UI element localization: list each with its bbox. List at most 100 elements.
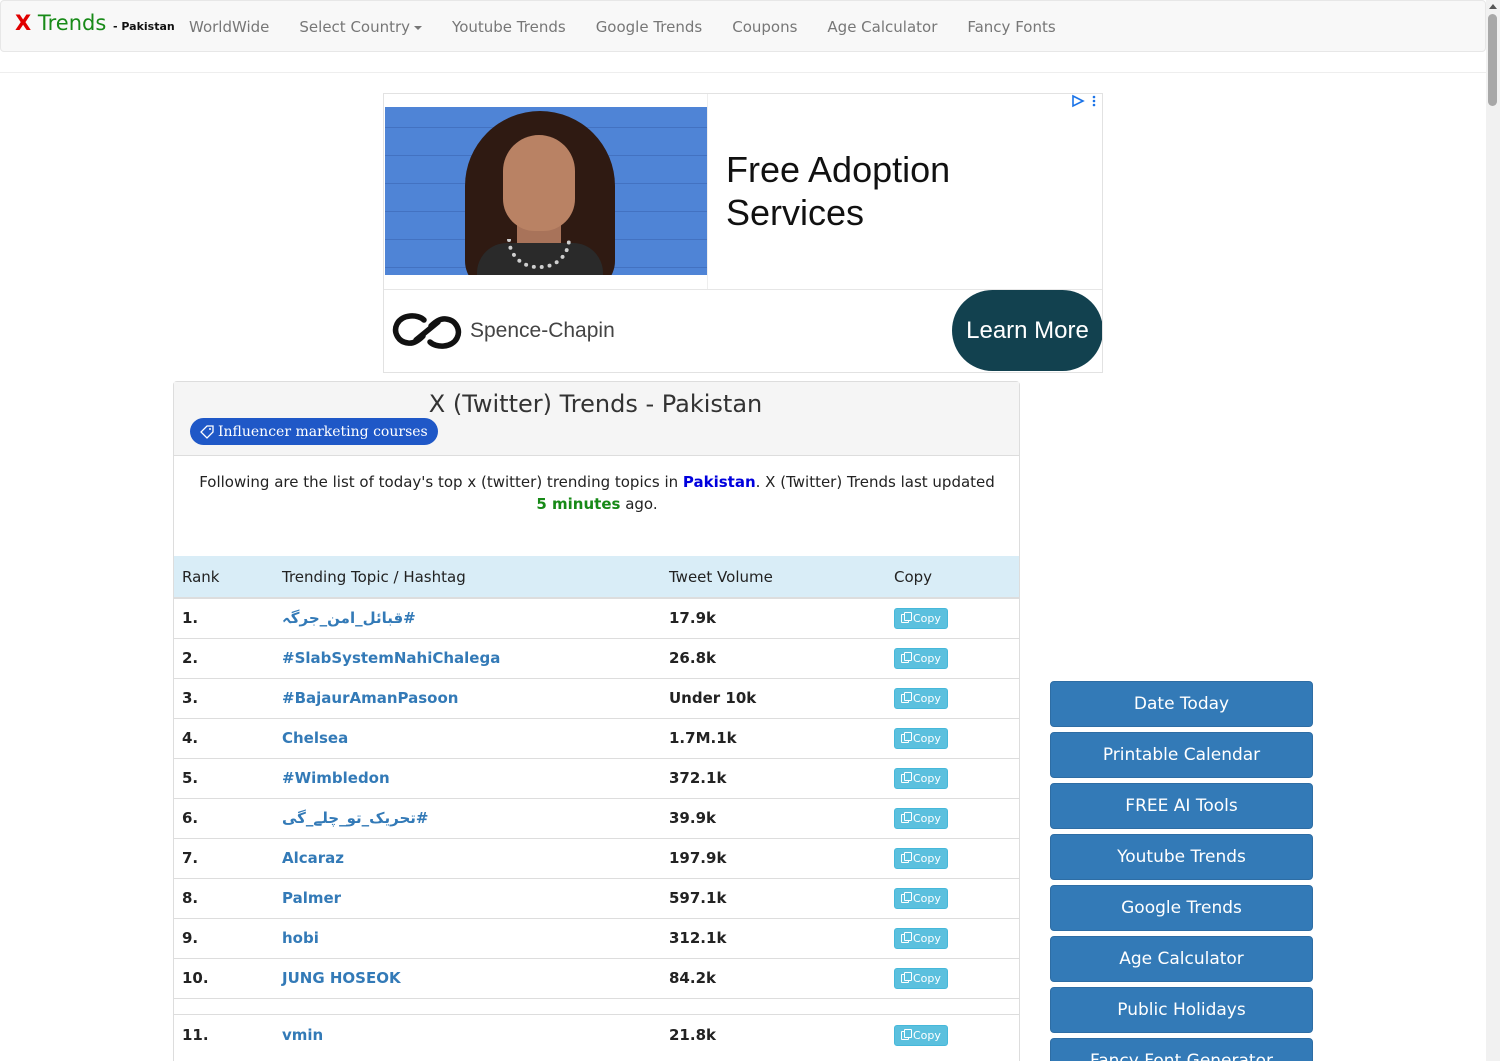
rank-cell: 7. — [174, 837, 274, 878]
copy-cell: Copy — [886, 1013, 1019, 1056]
copy-button[interactable]: Copy — [894, 647, 948, 669]
topic-link[interactable]: #BajaurAmanPasoon — [274, 677, 661, 718]
table-row: 9. hobi 312.1k Copy — [174, 917, 1019, 958]
table-row: 8. Palmer 597.1k Copy — [174, 877, 1019, 918]
sidebar-links: Date Today Printable Calendar FREE AI To… — [1050, 681, 1313, 1061]
volume-cell: 84.2k — [661, 957, 886, 998]
topic-link[interactable]: Palmer — [274, 877, 661, 918]
ad-headline[interactable]: Free Adoption Services — [726, 148, 950, 234]
copy-label: Copy — [913, 771, 941, 785]
topic-link[interactable]: JUNG HOSEOK — [274, 957, 661, 998]
header-copy: Copy — [886, 556, 1019, 599]
copy-button[interactable]: Copy — [894, 1024, 948, 1046]
table-row: 7. Alcaraz 197.9k Copy — [174, 837, 1019, 878]
ad-photo[interactable] — [385, 107, 707, 275]
topic-link[interactable]: Alcaraz — [274, 837, 661, 878]
nav-worldwide[interactable]: WorldWide — [189, 18, 269, 36]
scrollbar-track[interactable] — [1486, 0, 1500, 1061]
topic-text: hobi — [282, 929, 319, 947]
copy-cell: Copy — [886, 637, 1019, 678]
scrollbar-thumb[interactable] — [1488, 14, 1497, 106]
topic-text: #تحریک_تو_چلے_گی — [282, 809, 429, 827]
sidebar-date-today[interactable]: Date Today — [1050, 681, 1313, 727]
topic-link[interactable]: #قبائل_امن_جرگہ — [274, 597, 661, 638]
copy-button[interactable]: Copy — [894, 767, 948, 789]
topic-link[interactable]: #SlabSystemNahiChalega — [274, 637, 661, 678]
topic-link[interactable]: Chelsea — [274, 717, 661, 758]
copy-button[interactable]: Copy — [894, 967, 948, 989]
ad-advertiser-name[interactable]: Spence-Chapin — [470, 319, 615, 343]
copy-icon — [901, 731, 912, 743]
volume-cell: 26.8k — [661, 637, 886, 678]
copy-button[interactable]: Copy — [894, 927, 948, 949]
copy-label: Copy — [913, 691, 941, 705]
table-row: 11. vmin 21.8k Copy — [174, 1013, 1019, 1056]
copy-icon — [901, 691, 912, 703]
copy-label: Copy — [913, 651, 941, 665]
copy-cell: Copy — [886, 717, 1019, 758]
nav-select-country[interactable]: Select Country — [299, 18, 423, 36]
volume-cell: 597.1k — [661, 877, 886, 918]
brand-logo[interactable]: X Trends - Pakistan — [15, 11, 175, 35]
page-title: X (Twitter) Trends - Pakistan — [174, 390, 1019, 418]
ad-photo-face — [503, 135, 575, 231]
topic-text: #Wimbledon — [282, 769, 390, 787]
nav-fancy-fonts[interactable]: Fancy Fonts — [967, 18, 1055, 36]
copy-button[interactable]: Copy — [894, 687, 948, 709]
brand-trends: Trends — [37, 11, 107, 35]
copy-button[interactable]: Copy — [894, 887, 948, 909]
nav-google-trends[interactable]: Google Trends — [596, 18, 703, 36]
copy-button[interactable]: Copy — [894, 847, 948, 869]
volume-cell: 39.9k — [661, 797, 886, 838]
sidebar-printable-calendar[interactable]: Printable Calendar — [1050, 732, 1313, 778]
ad-learn-more-button[interactable]: Learn More — [952, 290, 1102, 371]
copy-cell: Copy — [886, 677, 1019, 718]
advertiser-logo-icon[interactable] — [392, 310, 462, 352]
table-row: 10. JUNG HOSEOK 84.2k Copy — [174, 957, 1019, 998]
topic-text: Palmer — [282, 889, 342, 907]
table-row: 3. #BajaurAmanPasoon Under 10k Copy — [174, 677, 1019, 718]
brand-x: X — [15, 11, 32, 35]
advertisement[interactable]: Free Adoption Services Spence-Chapin Lea… — [383, 93, 1103, 373]
top-navbar: X Trends - Pakistan WorldWide Select Cou… — [0, 0, 1486, 52]
sidebar-free-ai-tools[interactable]: FREE AI Tools — [1050, 783, 1313, 829]
copy-label: Copy — [913, 811, 941, 825]
copy-label: Copy — [913, 971, 941, 985]
topic-text: #BajaurAmanPasoon — [282, 689, 459, 707]
influencer-courses-button[interactable]: Influencer marketing courses — [190, 418, 438, 445]
copy-label: Copy — [913, 891, 941, 905]
topic-text: Alcaraz — [282, 849, 345, 867]
rank-cell: 5. — [174, 757, 274, 798]
sidebar-public-holidays[interactable]: Public Holidays — [1050, 987, 1313, 1033]
ad-headline-line1: Free Adoption — [726, 149, 951, 190]
topic-link[interactable]: #تحریک_تو_چلے_گی — [274, 797, 661, 838]
copy-label: Copy — [913, 731, 941, 745]
copy-cell: Copy — [886, 597, 1019, 638]
copy-cell: Copy — [886, 957, 1019, 998]
volume-cell: 372.1k — [661, 757, 886, 798]
sidebar-age-calculator[interactable]: Age Calculator — [1050, 936, 1313, 982]
nav-coupons[interactable]: Coupons — [732, 18, 797, 36]
copy-button[interactable]: Copy — [894, 607, 948, 629]
topic-link[interactable]: hobi — [274, 917, 661, 958]
copy-cell: Copy — [886, 797, 1019, 838]
sidebar-youtube-trends[interactable]: Youtube Trends — [1050, 834, 1313, 880]
nav-age-calculator[interactable]: Age Calculator — [827, 18, 937, 36]
nav-links: WorldWide Select Country Youtube Trends … — [189, 1, 1086, 53]
copy-button[interactable]: Copy — [894, 727, 948, 749]
sidebar-fancy-font-generator[interactable]: Fancy Font Generator — [1050, 1038, 1313, 1061]
copy-icon — [901, 611, 912, 623]
copy-button[interactable]: Copy — [894, 807, 948, 829]
nav-youtube-trends[interactable]: Youtube Trends — [452, 18, 566, 36]
topic-link[interactable]: #Wimbledon — [274, 757, 661, 798]
rank-cell: 11. — [174, 1013, 274, 1056]
header-topic: Trending Topic / Hashtag — [274, 556, 661, 599]
copy-cell: Copy — [886, 877, 1019, 918]
trends-table: Rank Trending Topic / Hashtag Tweet Volu… — [174, 556, 1019, 1056]
adchoices-icon[interactable] — [1072, 94, 1098, 112]
table-spacer-row — [174, 997, 1019, 1014]
scroll-up-arrow-icon[interactable] — [1489, 4, 1497, 9]
sidebar-google-trends[interactable]: Google Trends — [1050, 885, 1313, 931]
table-row: 4. Chelsea 1.7M.1k Copy — [174, 717, 1019, 758]
topic-link[interactable]: vmin — [274, 1013, 661, 1056]
